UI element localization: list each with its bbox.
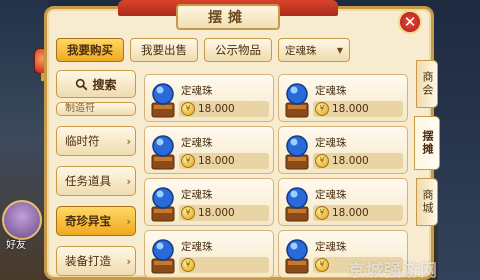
dropdown-value: 定魂珠 — [285, 44, 317, 57]
price-row: ¥18.000 — [179, 153, 269, 169]
item-filter-dropdown[interactable]: 定魂珠 ▼ — [278, 38, 350, 62]
stall-slot[interactable]: 定魂珠 ¥18.000 — [278, 74, 408, 122]
coin-icon: ¥ — [181, 206, 195, 220]
price-row: ¥18.000 — [179, 205, 269, 221]
item-price: 18.000 — [198, 155, 235, 167]
stall-slot[interactable]: 定魂珠 ¥18.000 — [144, 178, 274, 226]
orb-item-icon — [151, 135, 175, 170]
stall-slot[interactable]: 定魂珠 ¥ — [144, 230, 274, 278]
close-icon: ✕ — [403, 12, 417, 31]
friend-avatar[interactable] — [2, 200, 42, 240]
coin-icon: ¥ — [181, 154, 195, 168]
item-price: 18.000 — [332, 103, 369, 115]
stall-slot[interactable]: 定魂珠 ¥18.000 — [144, 74, 274, 122]
category-label: 制造符 — [65, 103, 95, 114]
coin-icon: ¥ — [181, 258, 195, 272]
item-name: 定魂珠 — [315, 189, 347, 201]
item-name: 定魂珠 — [181, 189, 213, 201]
item-name: 定魂珠 — [181, 137, 213, 149]
price-row: ¥18.000 — [179, 101, 269, 117]
side-tab-label: 商会 — [421, 71, 434, 97]
chevron-right-icon: › — [126, 174, 131, 188]
item-name: 定魂珠 — [315, 85, 347, 97]
item-name: 定魂珠 — [181, 241, 213, 253]
chevron-right-icon: › — [126, 134, 131, 148]
stall-slot[interactable]: 定魂珠 ¥18.000 — [278, 178, 408, 226]
price-row: ¥18.000 — [313, 101, 403, 117]
item-price: 18.000 — [198, 103, 235, 115]
stall-slot[interactable]: 定魂珠 ¥18.000 — [144, 126, 274, 174]
category-item-1[interactable]: 临时符 › — [56, 126, 136, 156]
coin-icon: ¥ — [315, 258, 329, 272]
side-tab-stall[interactable]: 摆摊 — [414, 116, 440, 170]
item-name: 定魂珠 — [315, 137, 347, 149]
chevron-right-icon: › — [126, 214, 131, 228]
side-tab-label: 摆摊 — [421, 130, 434, 156]
coin-icon: ¥ — [181, 102, 195, 116]
orb-item-icon — [285, 135, 309, 170]
price-row: ¥18.000 — [313, 153, 403, 169]
friend-label[interactable]: 好友 — [6, 236, 26, 251]
search-icon — [76, 78, 88, 90]
stall-slot[interactable]: 定魂珠 ¥18.000 — [278, 126, 408, 174]
side-tab-chamber[interactable]: 商会 — [416, 60, 438, 108]
price-row: ¥18.000 — [313, 205, 403, 221]
category-item-0[interactable]: 制造符 — [56, 102, 136, 116]
tab-public-items[interactable]: 公示物品 — [204, 38, 272, 62]
side-tab-label: 商城 — [421, 189, 434, 215]
orb-item-icon — [151, 187, 175, 222]
chevron-right-icon: › — [126, 254, 131, 268]
item-name: 定魂珠 — [181, 85, 213, 97]
stall-grid: 定魂珠 ¥18.000 定魂珠 ¥18.000 定魂珠 ¥18.000 定魂珠 ¥18.000… — [144, 70, 414, 280]
top-tabs: 我要购买 我要出售 公示物品 定魂珠 ▼ — [56, 38, 350, 62]
orb-item-icon — [285, 239, 309, 274]
side-tab-mall[interactable]: 商城 — [416, 178, 438, 226]
category-label: 任务道具 — [65, 174, 111, 188]
coin-icon: ¥ — [315, 154, 329, 168]
search-button[interactable]: 搜索 — [56, 70, 136, 98]
category-item-2[interactable]: 任务道具 › — [56, 166, 136, 196]
orb-item-icon — [285, 83, 309, 118]
category-label: 装备打造 — [65, 254, 111, 268]
category-label: 奇珍异宝 — [65, 214, 111, 228]
category-item-3[interactable]: 奇珍异宝 › — [56, 206, 136, 236]
chevron-down-icon: ▼ — [336, 45, 343, 55]
coin-icon: ¥ — [315, 102, 329, 116]
close-button[interactable]: ✕ — [398, 10, 422, 34]
category-list: 搜索 制造符 临时符 › 任务道具 › 奇珍异宝 › 装备打造 › — [56, 70, 138, 280]
coin-icon: ¥ — [315, 206, 329, 220]
game-background-right — [438, 0, 480, 280]
item-price: 18.000 — [332, 155, 369, 167]
item-price: 18.000 — [332, 207, 369, 219]
orb-item-icon — [151, 83, 175, 118]
tab-sell[interactable]: 我要出售 — [130, 38, 198, 62]
panel-title: 摆摊 — [176, 4, 280, 30]
watermark: 京城强游网 — [348, 261, 438, 280]
tab-buy[interactable]: 我要购买 — [56, 38, 124, 62]
category-label: 临时符 — [65, 134, 100, 148]
item-name: 定魂珠 — [315, 241, 347, 253]
price-row: ¥ — [179, 257, 269, 273]
category-item-4[interactable]: 装备打造 › — [56, 246, 136, 276]
search-label: 搜索 — [92, 77, 117, 92]
orb-item-icon — [285, 187, 309, 222]
item-price: 18.000 — [198, 207, 235, 219]
orb-item-icon — [151, 239, 175, 274]
